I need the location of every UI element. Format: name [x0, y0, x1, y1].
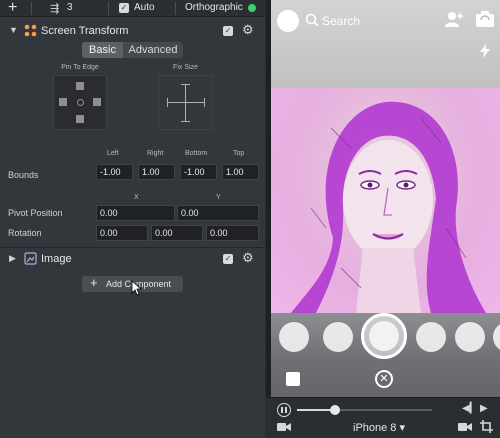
camera-icon[interactable] [277, 422, 291, 432]
step-forward-icon[interactable]: ▶︎ [480, 403, 488, 414]
video-icon[interactable] [458, 422, 472, 432]
flip-camera-icon[interactable] [475, 10, 495, 28]
pin-to-edge-widget [53, 75, 107, 130]
device-label: iPhone 8 [353, 422, 397, 434]
preview-controls: ◀︎▎ ▶︎ iPhone 8 ▾ [266, 397, 500, 438]
image-icon [24, 252, 37, 265]
lens-option[interactable] [455, 322, 485, 352]
rotation-z-field[interactable]: 0.00 [206, 225, 259, 241]
bounds-left-field[interactable]: -1.00 [96, 164, 133, 180]
component-title: Image [41, 253, 72, 265]
screen-transform-header[interactable]: ▼ Screen Transform ✓ ⚙ [0, 21, 265, 41]
projection-toggle[interactable]: Orthographic [185, 2, 243, 13]
pin-center-dot [77, 99, 84, 106]
object-count: 3 [67, 2, 73, 13]
bounds-bottom-field[interactable]: -1.00 [180, 164, 217, 180]
close-icon[interactable]: ✕ [375, 370, 393, 388]
inspector-toolbar: + ⇶ 3 ✓ Auto Orthographic [0, 0, 265, 17]
fix-size-label: Fix Size [173, 64, 198, 71]
bounds-col-right: Right [147, 150, 164, 157]
auto-label: Auto [134, 2, 155, 13]
lens-option[interactable] [323, 322, 353, 352]
fix-size-widget[interactable] [158, 75, 213, 130]
flash-icon[interactable] [479, 44, 491, 58]
pivot-x-field[interactable]: 0.00 [96, 205, 175, 221]
tab-advanced[interactable]: Advanced [123, 42, 183, 58]
lens-option[interactable] [416, 322, 446, 352]
capture-button-inner [369, 321, 399, 351]
fix-tick [204, 98, 205, 107]
playback-slider-thumb[interactable] [329, 405, 340, 415]
step-back-icon[interactable]: ◀︎▎ [462, 403, 477, 414]
device-selector[interactable]: iPhone 8 ▾ [353, 421, 405, 434]
enabled-checkbox[interactable]: ✓ [223, 254, 233, 264]
face-illustration [291, 101, 486, 313]
memories-icon[interactable] [286, 372, 300, 386]
component-title: Screen Transform [41, 25, 129, 37]
search-label: Search [322, 14, 361, 28]
fix-height-line [185, 84, 186, 121]
pin-to-edge-label: Pin To Edge [61, 64, 99, 71]
pause-button[interactable] [277, 403, 291, 417]
pin-left-toggle[interactable] [59, 98, 67, 106]
hierarchy-icon[interactable]: ⇶ [50, 2, 59, 15]
rotation-label: Rotation [8, 228, 42, 238]
pin-right-toggle[interactable] [93, 98, 101, 106]
plus-icon: + [90, 275, 98, 290]
preview-panel: Search ✕ [266, 0, 500, 438]
add-object-button[interactable]: + [8, 0, 17, 16]
status-indicator [248, 4, 256, 12]
search-bar[interactable]: Search [277, 10, 397, 32]
add-friend-icon[interactable] [444, 10, 464, 28]
bounds-top-field[interactable]: 1.00 [222, 164, 259, 180]
toolbar-divider [108, 2, 109, 15]
image-component-header[interactable]: ▶ Image ✓ ⚙ [0, 249, 265, 269]
bounds-col-bottom: Bottom [185, 150, 208, 157]
lens-option[interactable] [279, 322, 309, 352]
pivot-y-field[interactable]: 0.00 [177, 205, 259, 221]
playback-slider[interactable] [297, 405, 432, 415]
rotation-x-field[interactable]: 0.00 [96, 225, 148, 241]
fix-tick [181, 121, 190, 122]
capture-button[interactable] [361, 313, 407, 359]
phone-preview[interactable]: Search ✕ [271, 0, 500, 418]
gear-icon[interactable]: ⚙ [242, 250, 254, 266]
lens-studio-window: + ⇶ 3 ✓ Auto Orthographic ▼ Screen Trans… [0, 0, 500, 438]
crop-icon[interactable] [480, 420, 493, 433]
tab-basic[interactable]: Basic [82, 42, 123, 58]
chevron-down-icon[interactable]: ▼ [9, 25, 18, 35]
bounds-col-top: Top [233, 150, 245, 157]
gear-icon[interactable]: ⚙ [242, 22, 254, 38]
fix-tick [181, 84, 190, 85]
toolbar-divider [31, 2, 32, 15]
axis-x-label: X [134, 194, 139, 201]
axis-y-label: Y [216, 194, 221, 201]
pin-bottom-toggle[interactable] [76, 115, 84, 123]
bounds-right-field[interactable]: 1.00 [138, 164, 175, 180]
bounds-col-left: Left [107, 150, 119, 157]
screen-transform-icon [24, 24, 37, 37]
mouse-cursor-icon [131, 280, 143, 296]
avatar[interactable] [277, 10, 299, 32]
section-divider [0, 247, 265, 248]
filtered-face-image [271, 88, 500, 313]
chevron-right-icon[interactable]: ▶ [9, 253, 16, 264]
rotation-y-field[interactable]: 0.00 [151, 225, 203, 241]
pin-top-toggle[interactable] [76, 82, 84, 90]
search-icon [305, 13, 319, 27]
enabled-checkbox[interactable]: ✓ [223, 26, 233, 36]
inspector-panel: + ⇶ 3 ✓ Auto Orthographic ▼ Screen Trans… [0, 0, 265, 438]
toolbar-divider [175, 2, 176, 15]
fix-tick [167, 98, 168, 107]
bounds-label: Bounds [8, 170, 39, 180]
auto-checkbox[interactable]: ✓ [119, 3, 129, 13]
pivot-position-label: Pivot Position [8, 208, 63, 218]
